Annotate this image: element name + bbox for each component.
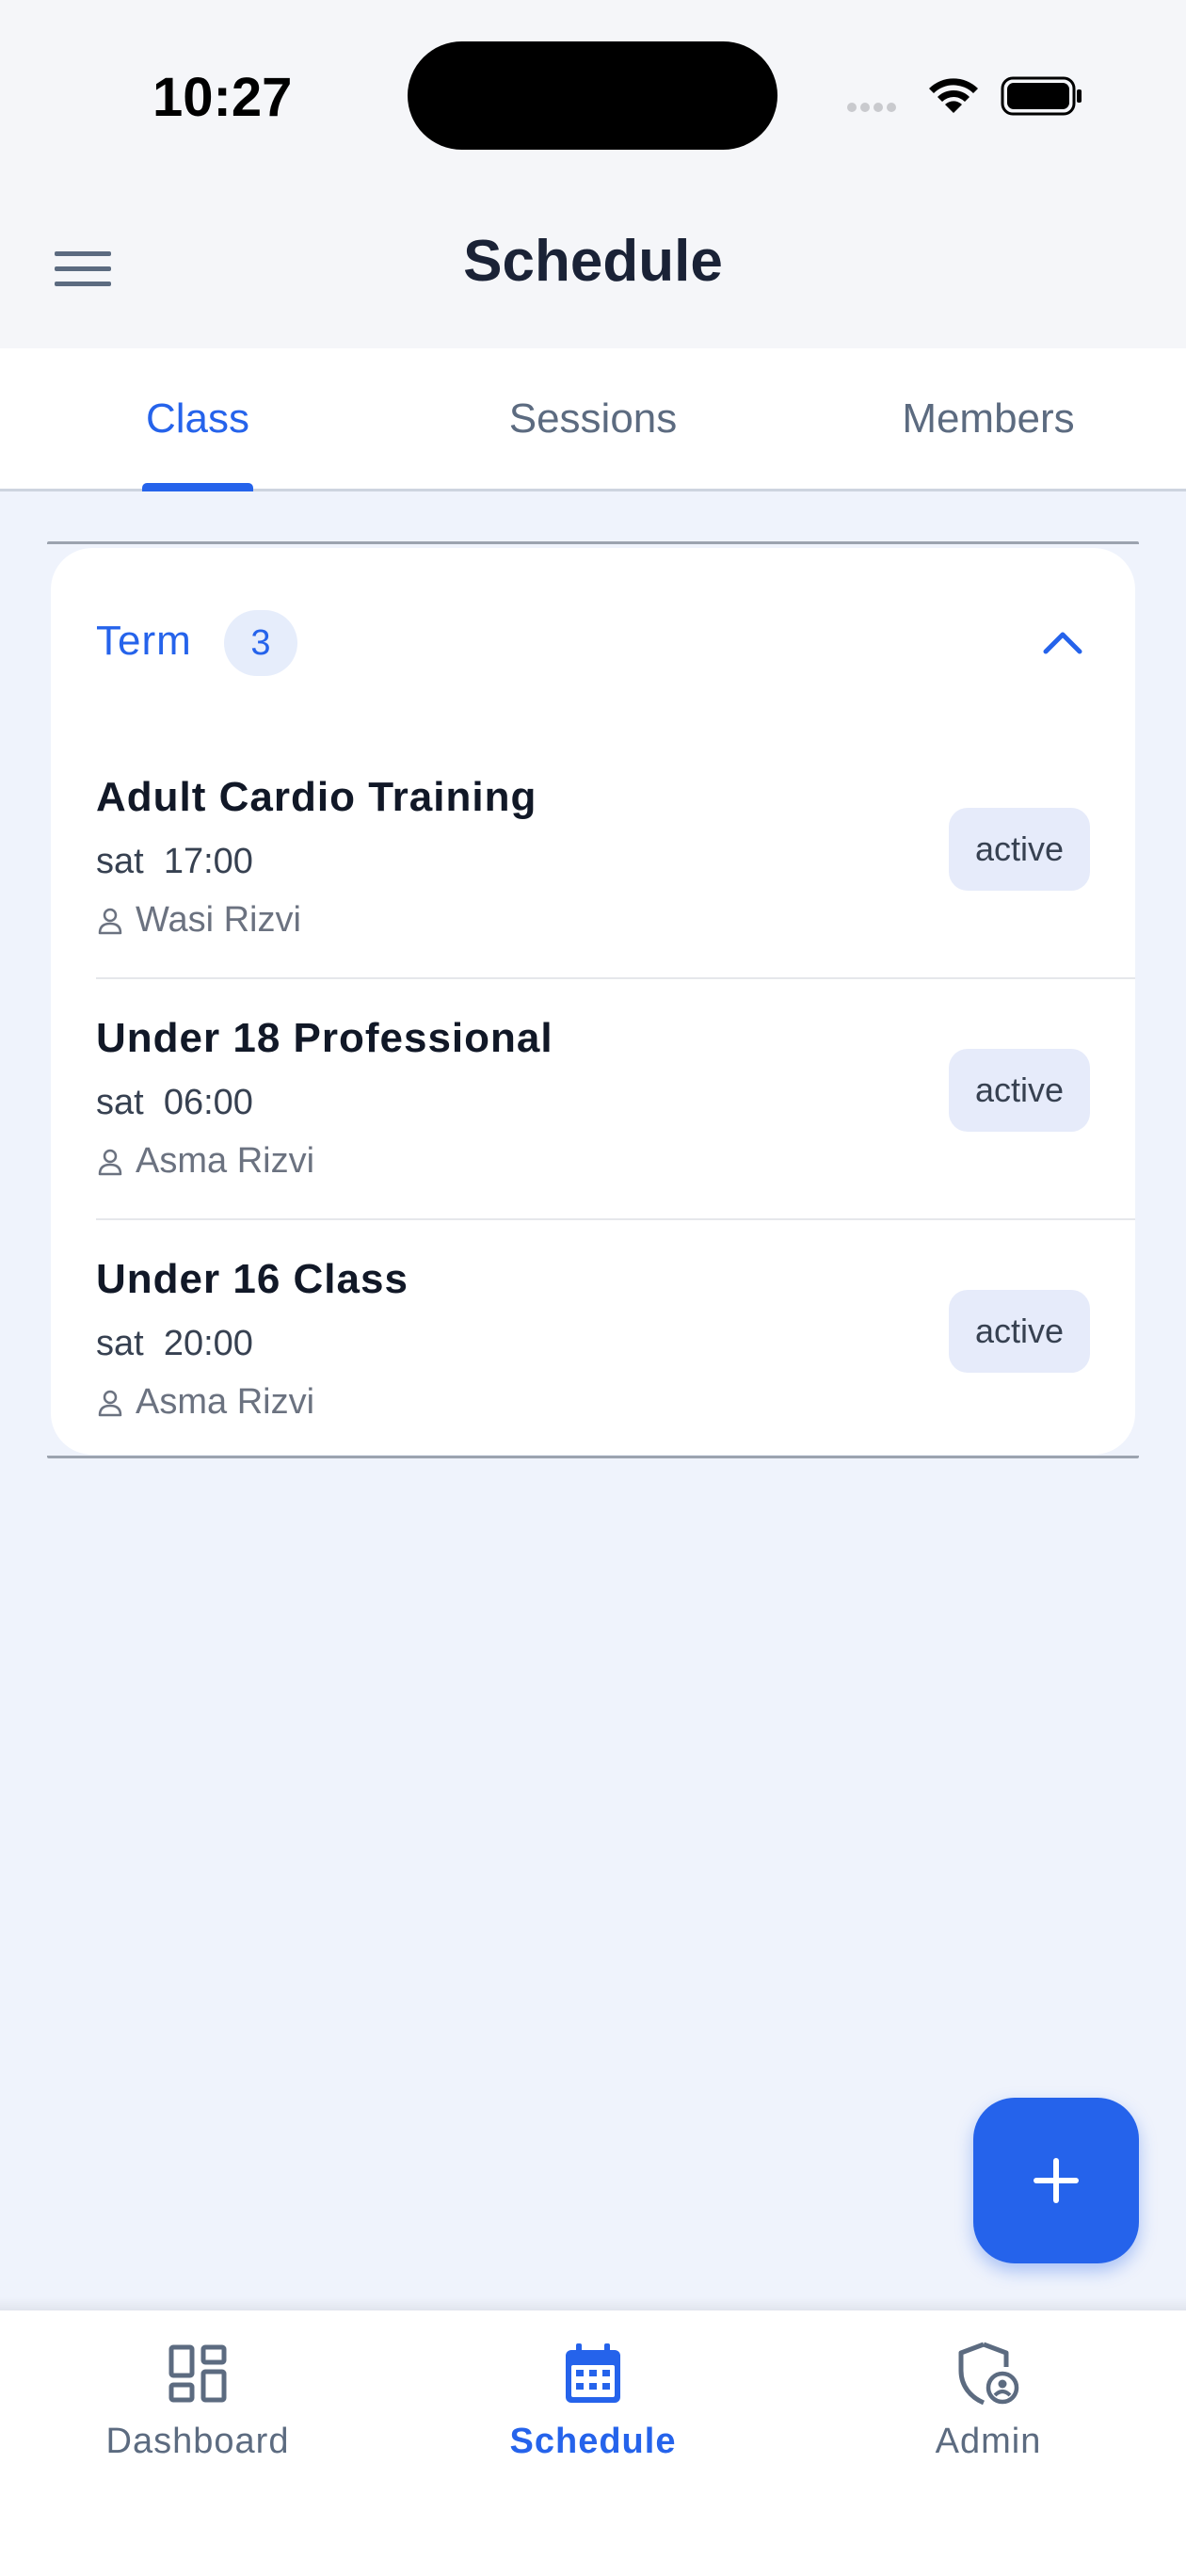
dynamic-island: [408, 41, 777, 150]
plus-icon: [1034, 2158, 1079, 2203]
class-schedule: sat 06:00: [96, 1083, 253, 1123]
class-name: Under 16 Class: [96, 1256, 409, 1302]
screen: 10:27 Schedule Class Sessions Members Te…: [0, 0, 1186, 2576]
instructor-name: Asma Rizvi: [136, 1382, 315, 1422]
divider: [96, 1218, 1135, 1220]
chevron-up-icon: [1043, 632, 1082, 654]
class-schedule: sat 20:00: [96, 1324, 253, 1364]
active-tab-indicator: [142, 483, 253, 491]
person-icon: [98, 1149, 122, 1175]
class-time: 17:00: [163, 842, 253, 881]
tab-sessions[interactable]: Sessions: [395, 348, 791, 489]
page-title: Schedule: [463, 229, 723, 294]
tab-members[interactable]: Members: [791, 348, 1186, 489]
status-bar: 10:27: [0, 0, 1186, 188]
class-name: Under 18 Professional: [96, 1015, 553, 1061]
person-icon: [98, 908, 122, 934]
tab-bar: Class Sessions Members: [0, 348, 1186, 491]
class-day: sat: [96, 1083, 144, 1122]
instructor-name: Wasi Rizvi: [136, 900, 301, 940]
nav-schedule[interactable]: Schedule: [395, 2310, 791, 2576]
nav-dashboard[interactable]: Dashboard: [0, 2310, 395, 2576]
term-label: Term: [96, 618, 192, 664]
class-name: Adult Cardio Training: [96, 774, 537, 820]
class-instructor: Wasi Rizvi: [96, 900, 301, 941]
calendar-icon: [558, 2339, 628, 2408]
nav-label: Admin: [935, 2422, 1042, 2461]
class-list-item[interactable]: Under 16 Class sat 20:00 Asma Rizvi acti…: [51, 1218, 1135, 1455]
class-day: sat: [96, 1324, 144, 1363]
status-badge: active: [949, 808, 1090, 891]
class-time: 20:00: [163, 1324, 253, 1363]
status-badge: active: [949, 1290, 1090, 1373]
dashboard-icon: [163, 2339, 232, 2408]
class-day: sat: [96, 842, 144, 881]
nav-admin[interactable]: Admin: [791, 2310, 1186, 2576]
class-time: 06:00: [163, 1083, 253, 1122]
app-header: Schedule: [0, 188, 1186, 348]
term-count-badge: 3: [224, 610, 297, 676]
bottom-nav: Dashboard Schedule Admin: [0, 2310, 1186, 2576]
status-badge: active: [949, 1049, 1090, 1132]
class-list-item[interactable]: Under 18 Professional sat 06:00 Asma Riz…: [51, 977, 1135, 1218]
person-icon: [98, 1390, 122, 1416]
admin-shield-icon: [954, 2339, 1023, 2408]
battery-icon: [1001, 76, 1082, 116]
status-time: 10:27: [152, 67, 293, 128]
wifi-icon: [929, 78, 978, 113]
tab-label: Sessions: [508, 394, 678, 442]
nav-label: Dashboard: [105, 2422, 290, 2461]
term-card: Term 3 Adult Cardio Training sat 17:00 W…: [51, 548, 1135, 1455]
divider: [96, 977, 1135, 979]
term-header[interactable]: Term 3: [51, 548, 1135, 736]
term-card-frame: Term 3 Adult Cardio Training sat 17:00 W…: [47, 541, 1139, 1458]
cellular-signal-icon: [847, 100, 900, 117]
add-button[interactable]: [973, 2098, 1139, 2263]
tab-label: Class: [145, 394, 250, 442]
class-instructor: Asma Rizvi: [96, 1382, 314, 1423]
bottom-nav-shadow: [0, 2297, 1186, 2310]
tab-class[interactable]: Class: [0, 348, 395, 491]
tab-label: Members: [902, 394, 1075, 442]
class-list-item[interactable]: Adult Cardio Training sat 17:00 Wasi Riz…: [51, 736, 1135, 977]
collapse-button[interactable]: [1030, 614, 1096, 670]
class-instructor: Asma Rizvi: [96, 1141, 314, 1182]
instructor-name: Asma Rizvi: [136, 1141, 315, 1181]
class-schedule: sat 17:00: [96, 842, 253, 882]
nav-label: Schedule: [509, 2422, 677, 2461]
